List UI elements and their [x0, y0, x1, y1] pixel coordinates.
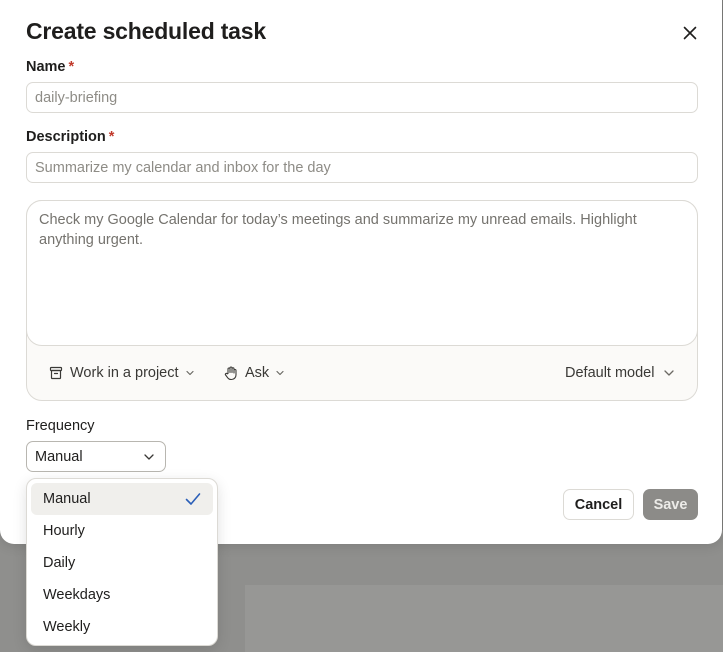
required-mark: * — [108, 129, 115, 145]
prompt-toolbar: Work in a project Ask Default model — [27, 359, 699, 387]
frequency-option-label: Daily — [43, 555, 76, 571]
project-selector-label: Work in a project — [70, 365, 179, 381]
project-box-icon — [49, 366, 63, 380]
frequency-option-daily[interactable]: Daily — [31, 547, 213, 579]
project-selector-button[interactable]: Work in a project — [48, 359, 195, 387]
frequency-option-label: Hourly — [43, 523, 85, 539]
close-icon — [683, 26, 697, 40]
prompt-composer: Check my Google Calendar for today’s mee… — [26, 200, 698, 401]
chevron-down-icon — [185, 370, 194, 376]
model-selector-button[interactable]: Default model — [565, 359, 676, 387]
mode-selector-button[interactable]: Ask — [223, 359, 285, 387]
required-mark: * — [68, 59, 75, 75]
name-label: Name * — [26, 59, 74, 75]
checkmark-icon — [185, 493, 201, 505]
close-button[interactable] — [679, 22, 701, 44]
description-label-text: Description — [26, 129, 106, 145]
frequency-option-manual[interactable]: Manual — [31, 483, 213, 515]
frequency-option-hourly[interactable]: Hourly — [31, 515, 213, 547]
description-label: Description * — [26, 129, 114, 145]
prompt-textarea[interactable]: Check my Google Calendar for today’s mee… — [26, 200, 698, 346]
chevron-down-icon — [664, 370, 675, 376]
chevron-down-icon — [276, 370, 284, 376]
frequency-option-weekly[interactable]: Weekly — [31, 611, 213, 643]
chevron-down-icon — [144, 453, 154, 460]
frequency-option-label: Weekdays — [43, 587, 111, 603]
prompt-text: Check my Google Calendar for today’s mee… — [39, 212, 637, 248]
frequency-option-weekdays[interactable]: Weekdays — [31, 579, 213, 611]
frequency-option-label: Manual — [43, 491, 91, 507]
create-task-dialog: Create scheduled task Name* Description*… — [0, 0, 722, 544]
frequency-selected-value: Manual — [35, 448, 83, 465]
description-input[interactable] — [26, 152, 698, 183]
mode-selector-label: Ask — [245, 365, 270, 381]
frequency-dropdown-menu: Manual Hourly Daily Weekdays Weekly — [26, 478, 218, 646]
backdrop-panel — [245, 585, 723, 652]
dialog-title: Create scheduled task — [26, 18, 266, 44]
frequency-label: Frequency — [26, 418, 95, 434]
name-label-text: Name — [26, 59, 66, 75]
cancel-button[interactable]: Cancel — [563, 489, 634, 520]
hand-icon — [224, 366, 237, 381]
name-input[interactable] — [26, 82, 698, 113]
frequency-select[interactable]: Manual — [26, 441, 166, 472]
frequency-option-label: Weekly — [43, 619, 91, 635]
model-selector-label: Default model — [565, 365, 655, 381]
save-button[interactable]: Save — [643, 489, 698, 520]
